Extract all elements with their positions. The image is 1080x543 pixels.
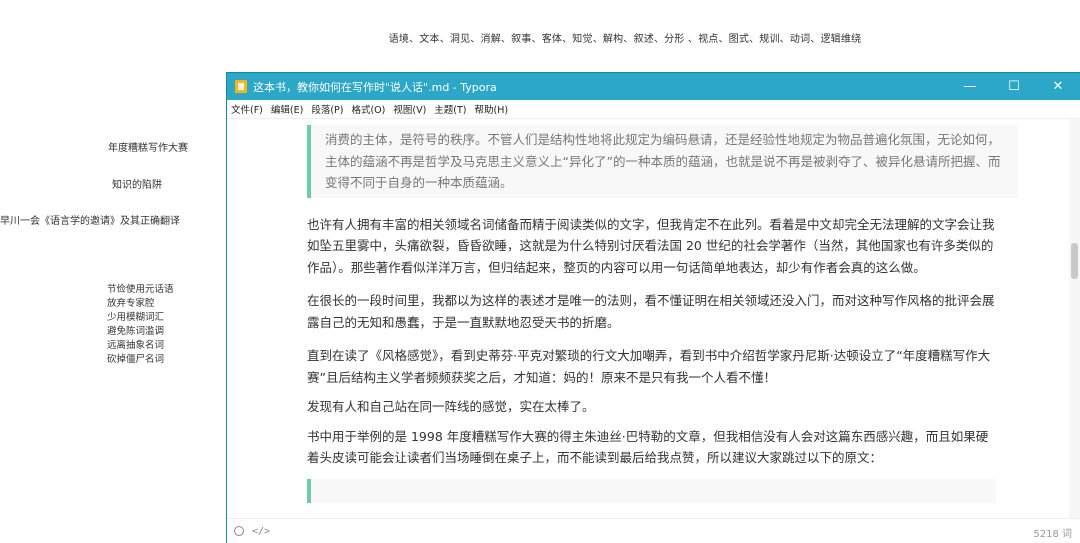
menu-paragraph[interactable]: 段落(P) (311, 102, 343, 116)
side-tip: 少用模糊词汇 (107, 312, 165, 323)
menu-view[interactable]: 视图(V) (393, 102, 426, 116)
side-label-language-invitation: 早川一会《语言学的邀请》及其正确翻译 (0, 216, 180, 227)
side-tip: 砍掉僵尸名词 (107, 354, 165, 365)
typora-app-icon (235, 80, 247, 93)
keywords-caption: 语境、文本、洞见、消解、叙事、客体、知觉、解构、叙述、分形 、视点、图式、规训、… (388, 34, 862, 45)
side-label-knowledge-trap: 知识的陷阱 (112, 180, 162, 191)
menu-file[interactable]: 文件(F) (231, 102, 263, 116)
paragraph[interactable]: 也许有人拥有丰富的相关领域名词储备而精于阅读类似的文字，但我肯定不在此列。看着是… (307, 214, 997, 279)
source-code-toggle[interactable]: </> (252, 526, 270, 537)
blockquote-partial[interactable] (307, 478, 996, 503)
minimize-button[interactable]: — (948, 73, 992, 100)
side-tip: 放弃专家腔 (107, 298, 155, 309)
close-button[interactable]: ✕ (1036, 73, 1080, 100)
menu-theme[interactable]: 主题(T) (434, 102, 466, 116)
side-tip: 远离抽象名词 (107, 340, 165, 351)
paragraph[interactable]: 在很长的一段时间里，我都以为这样的表述才是唯一的法则，看不懂证明在相关领域还没入… (307, 290, 997, 333)
scrollbar-thumb[interactable] (1071, 243, 1078, 279)
editor-content[interactable]: 消费的主体，是符号的秩序。不管人们是结构性地将此规定为编码悬请，还是经验性地规定… (227, 119, 1069, 519)
side-tip: 节俭使用元话语 (107, 284, 174, 295)
menu-format[interactable]: 格式(O) (351, 102, 385, 116)
menu-help[interactable]: 帮助(H) (475, 102, 509, 116)
maximize-button[interactable]: ☐ (992, 73, 1036, 100)
blockquote[interactable]: 消费的主体，是符号的秩序。不管人们是结构性地将此规定为编码悬请，还是经验性地规定… (307, 125, 1018, 198)
paragraph[interactable]: 发现有人和自己站在同一阵线的感觉，实在太棒了。 (307, 396, 997, 418)
outline-toggle-icon[interactable] (234, 526, 244, 536)
window-title: 这本书，教你如何在写作时"说人话".md - Typora (253, 80, 497, 94)
status-bar: </> 5218 词 (227, 518, 1080, 543)
vertical-scrollbar[interactable] (1069, 119, 1080, 519)
side-label-bad-writing-contest: 年度糟糕写作大赛 (108, 143, 188, 154)
menu-edit[interactable]: 编辑(E) (271, 102, 303, 116)
menu-bar: 文件(F) 编辑(E) 段落(P) 格式(O) 视图(V) 主题(T) 帮助(H… (227, 100, 1080, 119)
paragraph[interactable]: 书中用于举例的是 1998 年度糟糕写作大赛的得主朱迪丝·巴特勒的文章，但我相信… (307, 426, 997, 469)
side-tip: 避免陈词滥调 (107, 326, 165, 337)
paragraph[interactable]: 直到在读了《风格感觉》，看到史蒂芬·平克对繁琐的行文大加嘲弄，看到书中介绍哲学家… (307, 345, 997, 388)
typora-window: 这本书，教你如何在写作时"说人话".md - Typora — ☐ ✕ 文件(F… (227, 73, 1080, 543)
title-bar[interactable]: 这本书，教你如何在写作时"说人话".md - Typora — ☐ ✕ (227, 73, 1080, 100)
side-tips-list: 节俭使用元话语 放弃专家腔 少用模糊词汇 避免陈词滥调 远离抽象名词 砍掉僵尸名… (107, 283, 174, 367)
word-count[interactable]: 5218 词 (1033, 525, 1072, 540)
